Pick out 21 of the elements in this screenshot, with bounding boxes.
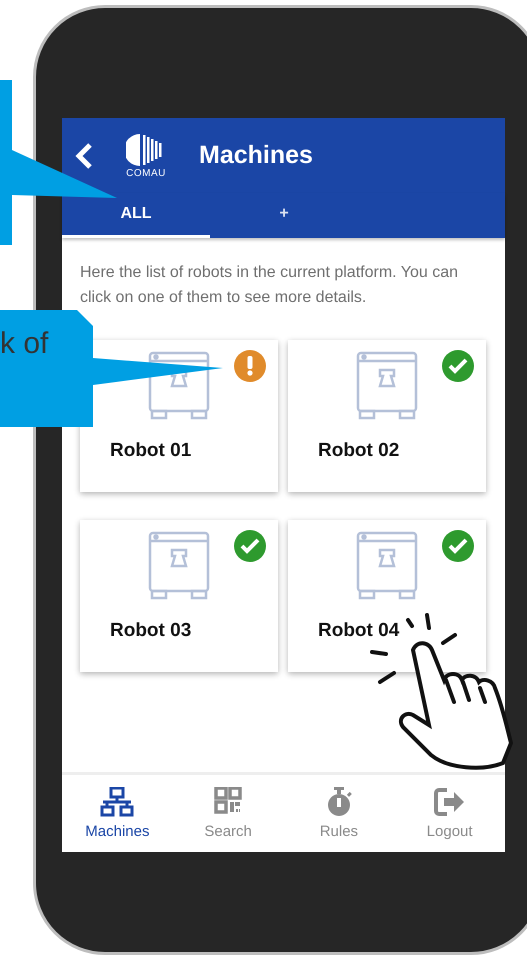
robot-card[interactable]: Robot 02 — [288, 340, 486, 492]
description-text: Here the list of robots in the current platform. You can click on one of them to see more details. — [80, 263, 459, 308]
robot-card[interactable]: Robot 01 — [80, 340, 278, 492]
network-icon — [100, 787, 134, 817]
callout-text: k of — [0, 327, 48, 361]
robot-cabinet-icon — [355, 530, 419, 602]
robot-name: Robot 03 — [110, 620, 192, 642]
tab[interactable]: + — [210, 193, 358, 238]
screen-title: Machines — [199, 141, 313, 170]
robot-cabinet-icon — [147, 530, 211, 602]
robot-name: Robot 02 — [318, 440, 400, 462]
robot-card[interactable]: Robot 04 — [288, 520, 486, 672]
robot-name: Robot 04 — [318, 620, 400, 642]
logo-text: COMAU — [126, 168, 166, 179]
back-icon[interactable] — [75, 142, 93, 170]
robot-name: Robot 01 — [110, 440, 192, 462]
robot-card[interactable]: Robot 03 — [80, 520, 278, 672]
nav-item[interactable]: Machines — [62, 775, 173, 852]
robot-cabinet-icon — [147, 350, 211, 422]
logout-icon — [432, 787, 467, 817]
robot-cabinet-icon — [355, 350, 419, 422]
